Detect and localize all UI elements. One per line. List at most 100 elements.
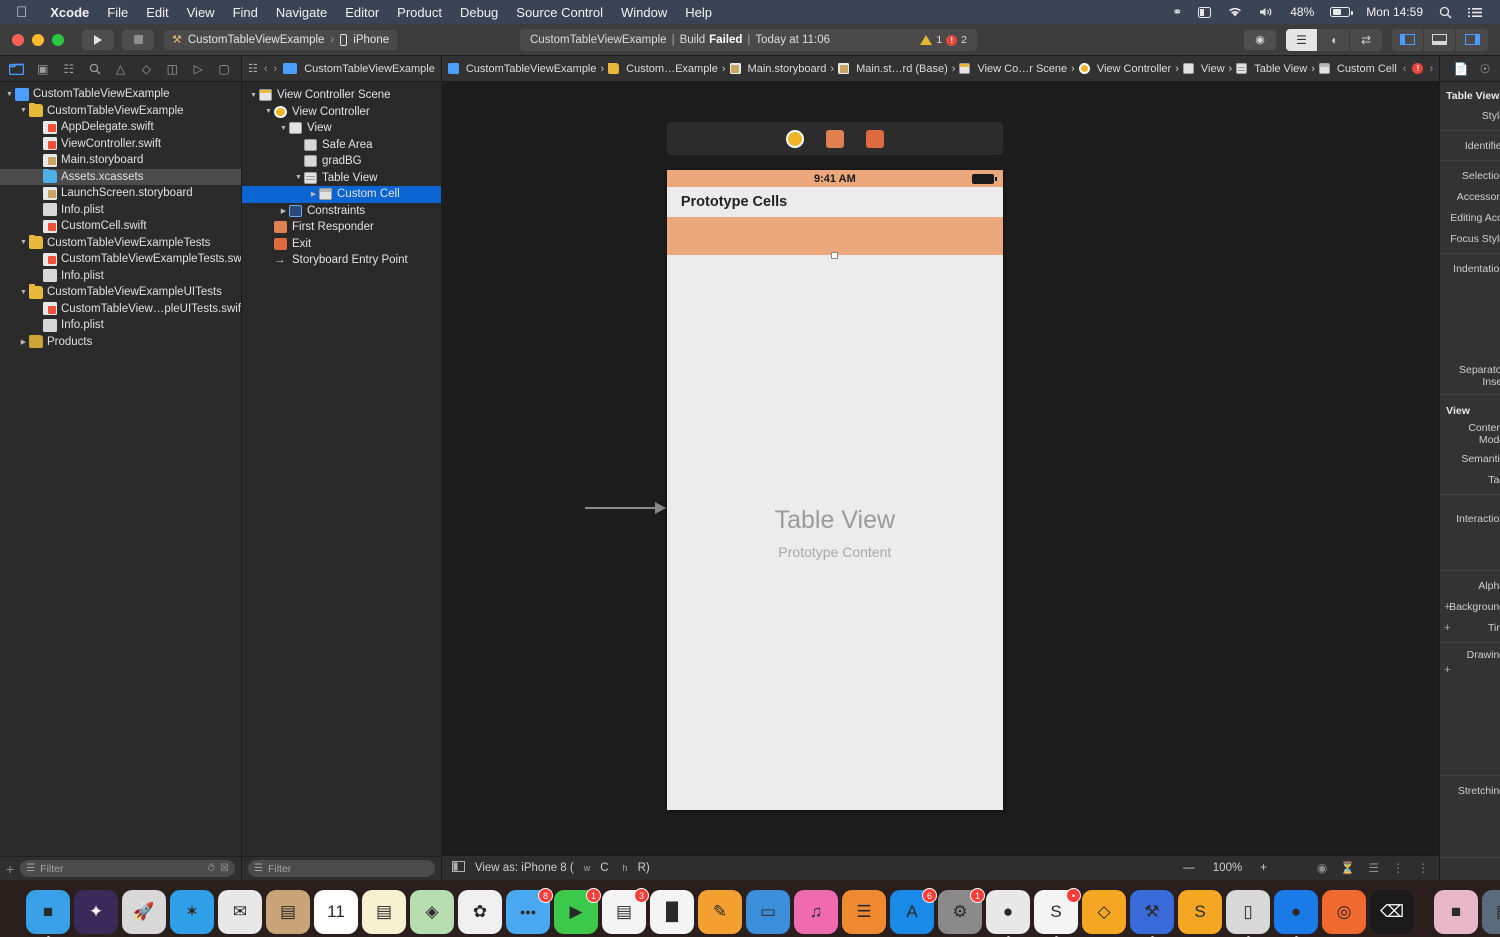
apple-menu-icon[interactable]:  [0,5,41,20]
add-new-constraints-icon[interactable]: ⋮ [1392,861,1404,875]
background-add-variation-button[interactable]: + [1444,601,1450,613]
zoom-out-button[interactable]: — [1183,862,1195,874]
standard-editor-button[interactable]: ☰ [1286,28,1318,51]
dock-item-facetime[interactable]: ▶ 1 [554,888,601,934]
view-as-label[interactable]: View as: iPhone 8 ( [475,862,574,874]
menu-item-source-control[interactable]: Source Control [507,5,612,20]
report-navigator-tab[interactable]: ▢ [211,59,237,79]
embed-in-icon[interactable]: ⏳ [1340,861,1355,875]
project-navigator-tab[interactable] [4,59,30,79]
scheme-selector[interactable]: ⚒ CustomTableViewExample › iPhone [164,29,398,50]
file-tree-row[interactable]: Info.plist [0,317,241,334]
find-navigator-tab[interactable] [82,59,108,79]
disclosure-triangle-icon[interactable]: ▶ [308,190,319,198]
outline-filter-input[interactable]: ☰ Filter [248,860,435,877]
file-tree-row[interactable]: CustomTableViewExampleTests.swift [0,251,241,268]
file-tree-row[interactable]: AppDelegate.swift [0,119,241,136]
dock-item-numbers[interactable]: █ [650,890,694,934]
run-button[interactable] [82,29,114,50]
add-file-button[interactable]: + [6,861,14,877]
dock-item-documents-stack[interactable]: ▤ [1482,890,1500,934]
zoom-level[interactable]: 100% [1213,862,1242,874]
file-tree-row[interactable]: CustomCell.swift [0,218,241,235]
dock-item-app-store[interactable]: A6 [890,888,937,934]
activity-status-bar[interactable]: CustomTableViewExample | Build Failed | … [520,29,977,51]
disclosure-triangle-icon[interactable]: ▼ [293,174,304,181]
hidden-add-variation-button[interactable]: + [1444,664,1450,676]
debug-navigator-tab[interactable]: ◫ [159,59,185,79]
disclosure-triangle-icon[interactable]: ▼ [263,108,274,115]
breadcrumb-item[interactable]: CustomTableViewExample [447,63,597,75]
outline-row[interactable]: ▼ View Controller [242,104,441,121]
disclosure-triangle-icon[interactable]: ▼ [18,289,29,296]
dock-item-photos[interactable]: ✿ [458,890,502,934]
inspector-toggle-button[interactable] [1456,29,1488,51]
storyboard-canvas[interactable]: 9:41 AM Prototype Cells Table View Proto… [442,82,1439,855]
update-frames-icon[interactable]: ◉ [1317,861,1327,875]
stop-button[interactable] [122,29,154,50]
battery-icon[interactable] [1322,7,1358,17]
zoom-in-button[interactable]: + [1260,862,1267,874]
symbol-navigator-tab[interactable]: ☷ [56,59,82,79]
menu-item-xcode[interactable]: Xcode [41,5,98,20]
menu-item-product[interactable]: Product [388,5,451,20]
dock-item-simulator[interactable]: ▯ [1226,890,1270,937]
dock-item-postman[interactable]: ◎ [1322,890,1366,934]
breadcrumb-item[interactable]: View [1182,63,1225,75]
dock-item-launchpad[interactable]: 🚀 [122,890,166,934]
view-controller-icon[interactable] [785,129,804,148]
file-inspector-tab[interactable]: 📄 [1454,62,1469,76]
menu-item-find[interactable]: Find [224,5,267,20]
notification-center-icon[interactable] [1460,7,1490,18]
disclosure-triangle-icon[interactable]: ▼ [18,239,29,246]
dock-item-pages[interactable]: ✎ [698,890,742,934]
control-center-icon[interactable] [1190,6,1219,18]
device-preview[interactable]: 9:41 AM Prototype Cells Table View Proto… [666,170,1003,810]
dock-item-reminders[interactable]: ▤ 3 [602,888,649,934]
menu-item-window[interactable]: Window [612,5,676,20]
scene-outline-tree[interactable]: ▼ View Controller Scene ▼ View Controller ▼ V… [242,82,441,856]
outline-row[interactable]: → Storyboard Entry Point [242,252,441,269]
outline-row[interactable]: gradBG [242,153,441,170]
disclosure-triangle-icon[interactable]: ▼ [18,107,29,114]
project-file-tree[interactable]: ▼ CustomTableViewExample ▼ CustomTableViewE… [0,82,241,856]
back-button[interactable]: ‹ [264,63,268,75]
disclosure-triangle-icon[interactable]: ▼ [278,125,289,132]
outline-row[interactable]: ▼ View [242,120,441,137]
dock-item-safari[interactable]: ✶ [170,890,214,934]
dock-item-chrome[interactable]: ● [986,890,1030,937]
creative-cloud-icon[interactable]: ⚭ [1164,5,1190,19]
debug-area-toggle-button[interactable] [1424,28,1456,51]
dock-item-keynote[interactable]: ▭ [746,890,790,934]
assistant-editor-button[interactable]: ◖ [1318,28,1350,51]
outline-row[interactable]: Exit [242,236,441,253]
outline-row[interactable]: First Responder [242,219,441,236]
breadcrumb-project[interactable]: CustomTableViewExample [283,63,435,75]
device-preview-icon[interactable] [451,861,465,875]
volume-icon[interactable] [1251,6,1282,18]
menu-item-view[interactable]: View [178,5,224,20]
file-tree-row[interactable]: Main.storyboard [0,152,241,169]
dock-item-sketch[interactable]: ◇ [1082,890,1126,934]
file-tree-row[interactable]: ▼ CustomTableViewExampleTests [0,234,241,252]
quick-help-inspector-tab[interactable]: ☉ [1480,62,1491,76]
recent-files-icon[interactable]: ⏱ [207,863,215,874]
dock-item-sublime[interactable]: S [1178,890,1222,934]
crumb-back-button[interactable]: ‹ [1403,63,1407,75]
file-tree-row[interactable]: Info.plist [0,268,241,285]
disclosure-triangle-icon[interactable]: ▼ [4,91,15,98]
source-control-navigator-tab[interactable]: ▣ [30,59,56,79]
wifi-icon[interactable] [1219,6,1251,18]
crumb-forward-button[interactable]: › [1429,63,1433,75]
outline-row[interactable]: Safe Area [242,137,441,154]
dock-item-calendar[interactable]: 11 [314,890,358,934]
file-tree-row[interactable]: ▼ CustomTableViewExample [0,102,241,120]
forward-button[interactable]: › [274,63,278,75]
file-tree-row[interactable]: ViewController.swift [0,136,241,153]
file-tree-row[interactable]: ▼ CustomTableViewExample [0,86,241,103]
menu-item-debug[interactable]: Debug [451,5,507,20]
menu-item-editor[interactable]: Editor [336,5,388,20]
disclosure-triangle-icon[interactable]: ▶ [278,207,289,215]
breadcrumb-item[interactable]: Custom Cell [1318,63,1397,75]
file-tree-row[interactable]: Info.plist [0,202,241,219]
